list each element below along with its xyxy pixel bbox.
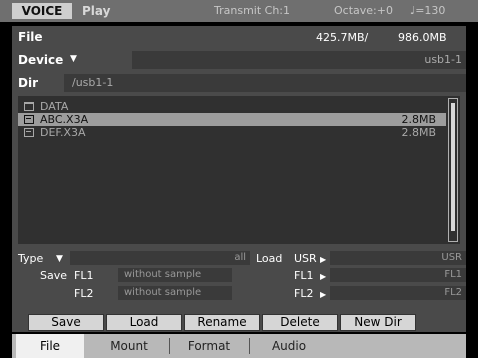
load-fl1-label: FL1 (294, 269, 314, 282)
load-fl2-value: FL2 (444, 287, 462, 298)
dir-value: /usb1-1 (72, 76, 114, 89)
octave-readout: Octave:+0 (334, 4, 393, 17)
device-value: usb1-1 (424, 53, 462, 66)
folder-icon (24, 102, 34, 111)
transmit-channel: Transmit Ch:1 (214, 4, 291, 17)
rename-button[interactable]: Rename (184, 314, 260, 331)
arrow-right-icon: ▶ (320, 272, 327, 281)
arrow-right-icon: ▶ (320, 290, 327, 299)
load-fl2-label: FL2 (294, 287, 314, 300)
save-fl2-value: without sample (124, 287, 202, 298)
save-button[interactable]: Save (28, 314, 104, 331)
dir-path: /usb1-1 (64, 74, 466, 92)
file-size: 2.8MB (401, 126, 436, 139)
file-icon (24, 115, 34, 124)
tab-file[interactable]: File (16, 334, 84, 358)
scrollbar[interactable] (448, 98, 458, 242)
file-icon (24, 128, 34, 137)
file-name: DEF.X3A (40, 126, 86, 139)
chevron-down-icon[interactable]: ▼ (56, 254, 63, 264)
scrollbar-thumb[interactable] (451, 103, 455, 231)
load-fl2-field[interactable]: FL2 (330, 286, 466, 300)
load-usr-label: USR (294, 252, 317, 265)
device-row: Device ▼ usb1-1 (12, 51, 466, 69)
save-fl2-label: FL2 (74, 287, 94, 300)
load-usr-value: USR (441, 252, 462, 263)
device-select[interactable]: usb1-1 (132, 51, 466, 69)
save-fl1-label: FL1 (74, 269, 94, 282)
total-size: 986.0MB (398, 31, 447, 44)
file-size: 2.8MB (401, 113, 436, 126)
dir-label: Dir (18, 76, 38, 90)
page-title: File (18, 30, 43, 44)
tempo-readout: ♩=130 (410, 4, 446, 17)
file-list: DATA ABC.X3A 2.8MB DEF.X3A 2.8MB (18, 96, 460, 244)
list-item[interactable]: ABC.X3A 2.8MB (18, 113, 446, 126)
load-fl1-value: FL1 (444, 269, 462, 280)
load-label: Load (256, 252, 283, 265)
used-size: 425.7MB/ (316, 31, 369, 44)
save-fl1-value: without sample (124, 269, 202, 280)
load-usr-field[interactable]: USR (330, 251, 466, 265)
load-fl1-field[interactable]: FL1 (330, 268, 466, 282)
list-item[interactable]: DEF.X3A 2.8MB (18, 126, 446, 139)
dir-row: Dir /usb1-1 (12, 74, 466, 92)
save-label: Save (40, 269, 68, 282)
list-item[interactable]: DATA (18, 100, 446, 113)
arrow-right-icon: ▶ (320, 255, 327, 264)
save-fl1-field[interactable]: without sample (118, 268, 232, 282)
type-label: Type (18, 252, 44, 265)
type-value: all (234, 252, 246, 263)
tab-mount[interactable]: Mount (90, 334, 168, 358)
file-name: DATA (40, 100, 69, 113)
device-label: Device (18, 53, 64, 67)
tab-format[interactable]: Format (170, 334, 248, 358)
save-fl2-field[interactable]: without sample (118, 286, 232, 300)
tab-bar: File Mount Format Audio (12, 334, 466, 358)
load-button[interactable]: Load (106, 314, 182, 331)
tab-audio[interactable]: Audio (250, 334, 328, 358)
chevron-down-icon[interactable]: ▼ (70, 54, 77, 64)
file-panel: File 425.7MB/ 986.0MB Device ▼ usb1-1 Di… (12, 26, 466, 332)
status-bar: VOICE Play Transmit Ch:1 Octave:+0 ♩=130 (0, 0, 478, 22)
delete-button[interactable]: Delete (262, 314, 338, 331)
new-dir-button[interactable]: New Dir (340, 314, 416, 331)
play-mode-label: Play (82, 4, 111, 18)
file-header: File 425.7MB/ 986.0MB (12, 26, 466, 48)
type-select[interactable]: all (70, 251, 250, 265)
mode-tab[interactable]: VOICE (12, 3, 72, 19)
file-name: ABC.X3A (40, 113, 89, 126)
